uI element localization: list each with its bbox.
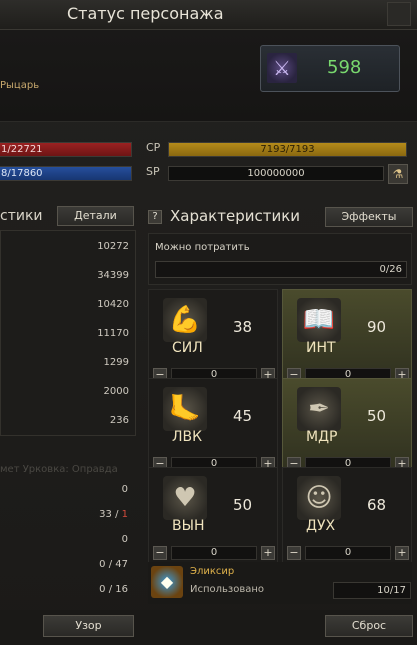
spendable-label: Можно потратить bbox=[155, 242, 250, 253]
pattern-button[interactable]: Узор bbox=[43, 615, 134, 637]
characteristics-title: Характеристики bbox=[170, 207, 301, 225]
elixir-icon: ◆ bbox=[151, 566, 183, 598]
lower-value-row: 0 bbox=[121, 484, 128, 495]
elixir-name: Эликсир bbox=[190, 566, 235, 577]
character-header: Рыцарь ⚔ 598 bbox=[0, 30, 417, 122]
close-button[interactable] bbox=[387, 2, 411, 26]
details-button[interactable]: Детали bbox=[57, 206, 134, 226]
stat-allocated[interactable]: 0 bbox=[305, 546, 391, 560]
class-name: Рыцарь bbox=[0, 80, 40, 91]
resource-bars: 1/22721 8/17860 CP 7193/7193 SP 10000000… bbox=[0, 122, 417, 192]
sp-potion-button[interactable]: ⚗ bbox=[388, 164, 408, 184]
left-value-row: 34399 bbox=[97, 270, 129, 281]
stat-card[interactable]: 📖 ИНТ 90−0 + bbox=[282, 289, 412, 385]
lower-value-row: 0 bbox=[121, 534, 128, 545]
stat-name: ВЫН bbox=[172, 518, 205, 534]
stat-name: ДУХ bbox=[306, 518, 336, 534]
elixir-row: ◆ Эликсир Использовано 10/17 bbox=[148, 562, 412, 604]
left-value-row: 10420 bbox=[97, 299, 129, 310]
left-stats-panel: стики Детали 10272 34399 10420 11170 129… bbox=[0, 200, 140, 620]
stat-card[interactable]: 🦶 ЛВК 45−0 + bbox=[148, 378, 278, 474]
mp-bar: 8/17860 bbox=[0, 166, 132, 181]
stat-stepper: −0 + bbox=[287, 546, 411, 560]
foot-icon: 🦶 bbox=[163, 387, 207, 431]
stat-name: МДР bbox=[306, 429, 338, 445]
left-values-list: 10272 34399 10420 11170 1299 2000 236 bbox=[0, 230, 136, 436]
stat-value: 90 bbox=[367, 318, 387, 336]
crossed-swords-icon: ⚔ bbox=[267, 53, 297, 83]
combat-power-badge: ⚔ 598 bbox=[260, 45, 400, 92]
quill-icon: ✒ bbox=[297, 387, 341, 431]
stat-value: 68 bbox=[367, 496, 387, 514]
heart-icon: ♥ bbox=[163, 476, 207, 520]
characteristics-panel: ? Характеристики Эффекты Можно потратить… bbox=[145, 200, 417, 610]
faded-text: мет Урковка: Оправда bbox=[0, 464, 118, 475]
stat-value: 38 bbox=[233, 318, 253, 336]
sp-label: SP bbox=[146, 165, 160, 178]
stat-name: ИНТ bbox=[306, 340, 336, 356]
left-value-row: 1299 bbox=[103, 357, 129, 368]
help-icon[interactable]: ? bbox=[148, 210, 162, 224]
left-panel-title: стики bbox=[0, 208, 43, 224]
hp-bar: 1/22721 bbox=[0, 142, 132, 157]
elixir-count: 10/17 bbox=[333, 582, 411, 599]
reset-button[interactable]: Сброс bbox=[325, 615, 413, 637]
cp-label: CP bbox=[146, 141, 161, 154]
window-title: Статус персонажа bbox=[67, 4, 224, 23]
decrement-button[interactable]: − bbox=[153, 546, 167, 560]
character-status-window: Статус персонажа Рыцарь ⚔ 598 1/22721 8/… bbox=[0, 0, 417, 645]
stat-card[interactable]: ✒ МДР 50−0 + bbox=[282, 378, 412, 474]
left-lower-list: 0 33 / 1 0 0 / 47 0 / 16 bbox=[0, 475, 136, 605]
left-value-row: 10272 bbox=[97, 241, 129, 252]
footer: Узор Сброс bbox=[0, 610, 417, 645]
left-value-row: 236 bbox=[109, 415, 129, 426]
combat-power-value: 598 bbox=[327, 57, 362, 78]
stat-card[interactable]: 💪 СИЛ 38−0 + bbox=[148, 289, 278, 385]
stat-value: 50 bbox=[367, 407, 387, 425]
stat-allocated[interactable]: 0 bbox=[171, 546, 257, 560]
stat-stepper: −0 + bbox=[153, 546, 277, 560]
left-value-row: 2000 bbox=[103, 386, 129, 397]
increment-button[interactable]: + bbox=[261, 546, 275, 560]
spendable-points-box: Можно потратить 0/26 bbox=[148, 233, 412, 285]
left-value-row: 11170 bbox=[97, 328, 129, 339]
stat-value: 45 bbox=[233, 407, 253, 425]
lower-value-row: 0 / 47 bbox=[99, 559, 128, 570]
effects-button[interactable]: Эффекты bbox=[325, 207, 413, 227]
stat-name: СИЛ bbox=[172, 340, 203, 356]
title-bar[interactable]: Статус персонажа bbox=[0, 0, 417, 30]
spirit-head-icon: ☺ bbox=[297, 476, 341, 520]
lower-value-row: 33 / 1 bbox=[99, 509, 128, 520]
spendable-points-bar: 0/26 bbox=[155, 261, 407, 278]
cp-bar: 7193/7193 bbox=[168, 142, 407, 157]
increment-button[interactable]: + bbox=[395, 546, 409, 560]
arm-icon: 💪 bbox=[163, 298, 207, 342]
stat-value: 50 bbox=[233, 496, 253, 514]
decrement-button[interactable]: − bbox=[287, 546, 301, 560]
stat-card[interactable]: ♥ ВЫН 50 −0 + bbox=[148, 467, 278, 563]
stat-name: ЛВК bbox=[172, 429, 203, 445]
elixir-used-label: Использовано bbox=[190, 584, 265, 595]
lower-value-row: 0 / 16 bbox=[99, 584, 128, 595]
stat-card[interactable]: ☺ ДУХ 68 −0 + bbox=[282, 467, 412, 563]
book-icon: 📖 bbox=[297, 298, 341, 342]
sp-bar: 100000000 bbox=[168, 166, 384, 181]
